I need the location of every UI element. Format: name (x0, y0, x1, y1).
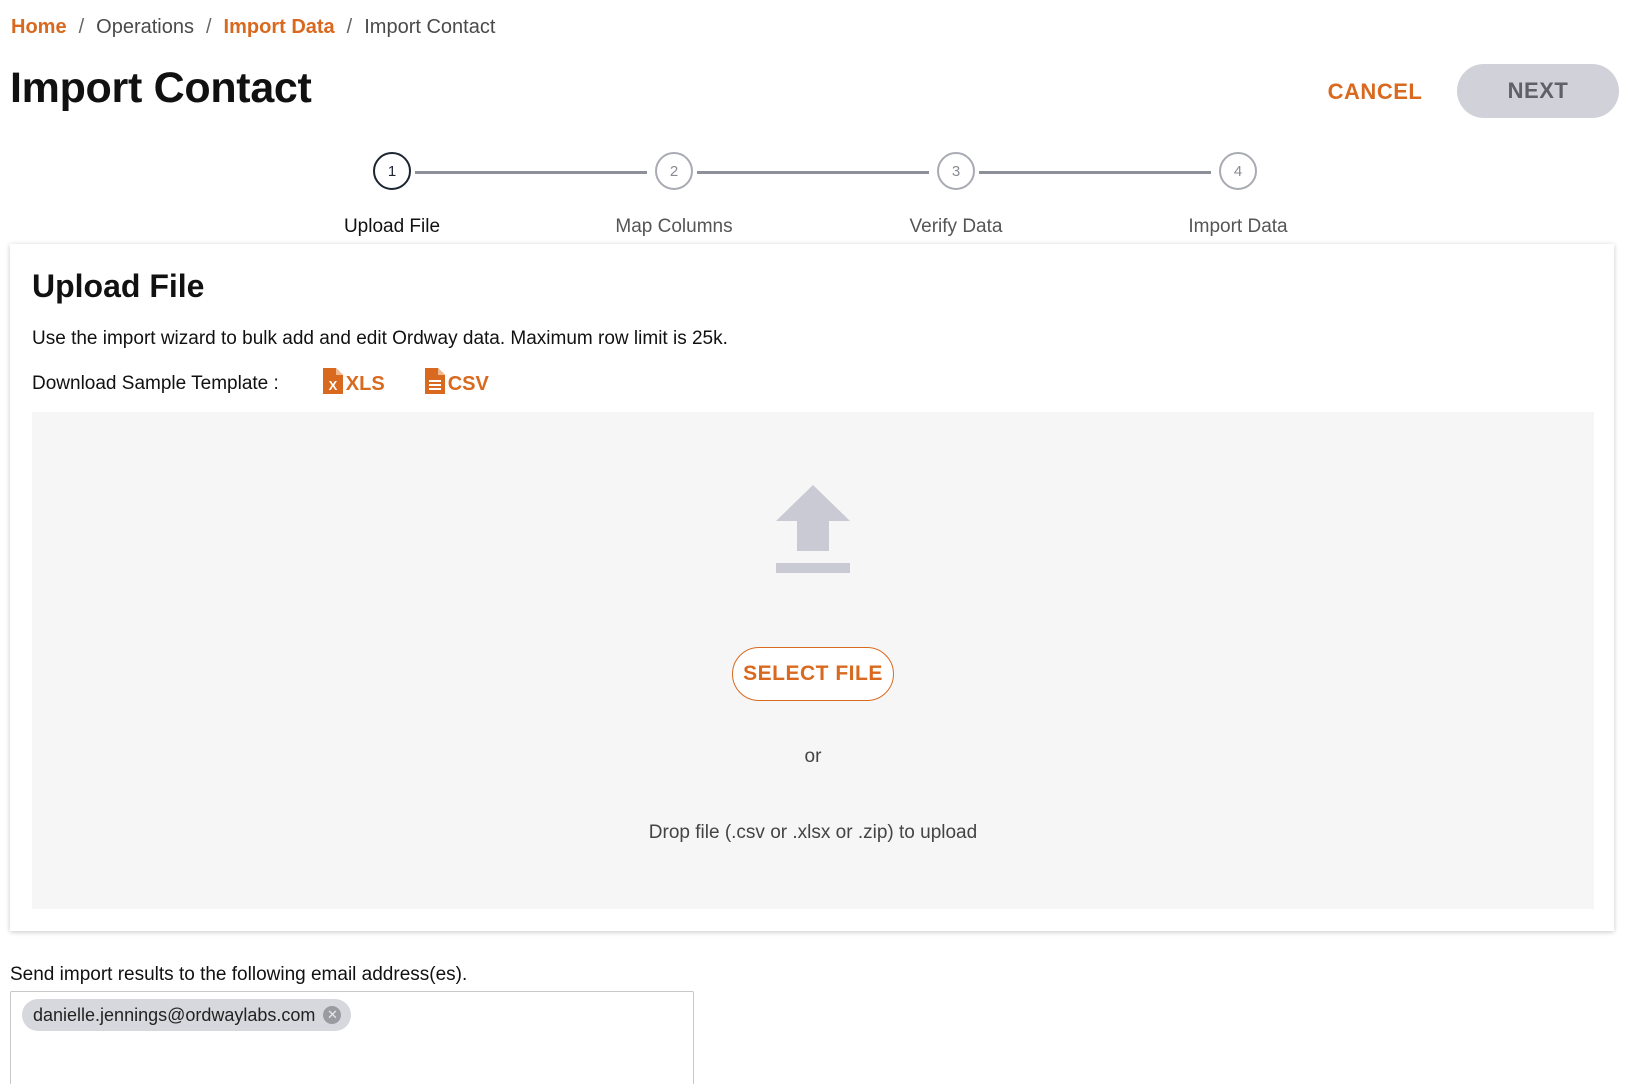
import-stepper: 1 2 3 4 Upload File Map Columns Verify D… (0, 152, 1634, 242)
email-chip-text: danielle.jennings@ordwaylabs.com (33, 1004, 316, 1025)
breadcrumb: Home / Operations / Import Data / Import… (11, 16, 495, 39)
download-xls-link[interactable]: X XLS (322, 368, 385, 400)
page-title: Import Contact (10, 64, 312, 112)
xls-file-icon: X (322, 368, 346, 400)
step-connector (697, 171, 929, 174)
step-4-label: Import Data (1188, 216, 1288, 237)
xls-label: XLS (345, 372, 385, 395)
breadcrumb-import-data[interactable]: Import Data (224, 16, 335, 39)
template-label: Download Sample Template : (32, 373, 279, 394)
download-csv-link[interactable]: CSV (424, 368, 489, 400)
card-description: Use the import wizard to bulk add and ed… (32, 328, 728, 349)
cancel-button[interactable]: CANCEL (1300, 70, 1450, 114)
breadcrumb-separator: / (346, 16, 353, 38)
step-4-circle: 4 (1219, 152, 1257, 190)
csv-label: CSV (447, 372, 489, 395)
breadcrumb-separator: / (205, 16, 212, 38)
breadcrumb-separator: / (78, 16, 85, 38)
email-recipients-input[interactable]: danielle.jennings@ordwaylabs.com ✕ (10, 991, 694, 1084)
or-text: or (804, 746, 822, 767)
step-connector (979, 171, 1211, 174)
upload-file-card: Upload File Use the import wizard to bul… (10, 244, 1614, 931)
next-button[interactable]: NEXT (1457, 64, 1619, 118)
svg-text:X: X (328, 378, 337, 393)
csv-file-icon (424, 368, 448, 400)
select-file-button[interactable]: SELECT FILE (732, 647, 894, 701)
breadcrumb-home[interactable]: Home (11, 16, 67, 39)
email-results-label: Send import results to the following ema… (10, 964, 468, 985)
breadcrumb-current: Import Contact (364, 16, 496, 38)
step-3-circle: 3 (937, 152, 975, 190)
sample-template-row: Download Sample Template : X XLS CSV (32, 368, 489, 400)
chip-remove-icon[interactable]: ✕ (323, 1006, 342, 1024)
step-connector (415, 171, 647, 174)
step-2-circle: 2 (655, 152, 693, 190)
step-1-circle: 1 (373, 152, 411, 190)
upload-icon (776, 485, 850, 578)
step-1-label: Upload File (343, 216, 441, 237)
card-title: Upload File (32, 268, 205, 304)
file-dropzone[interactable]: SELECT FILE or Drop file (.csv or .xlsx … (32, 412, 1594, 909)
step-2-label: Map Columns (615, 216, 733, 237)
drop-instructions: Drop file (.csv or .xlsx or .zip) to upl… (648, 822, 978, 843)
step-3-label: Verify Data (909, 216, 1003, 237)
breadcrumb-operations: Operations (96, 16, 194, 38)
email-chip: danielle.jennings@ordwaylabs.com ✕ (22, 999, 352, 1031)
